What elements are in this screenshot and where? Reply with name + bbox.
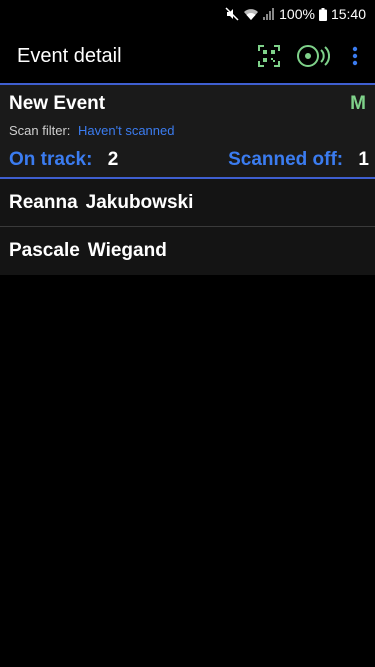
list-item[interactable]: Pascale Wiegand — [0, 227, 375, 275]
person-first-name: Reanna — [9, 191, 78, 213]
person-last-name: Jakubowski — [85, 191, 194, 213]
scan-filter-value[interactable]: Haven't scanned — [78, 123, 174, 138]
status-bar: 100% 15:40 — [0, 0, 375, 28]
scanned-off-stat: Scanned off: 1 — [228, 149, 369, 171]
on-track-label: On track: — [9, 149, 93, 170]
person-first-name: Pascale — [9, 240, 80, 261]
app-bar: Event detail — [0, 28, 375, 84]
clock: 15:40 — [330, 6, 366, 22]
scan-filter[interactable]: Scan filter: Haven't scanned — [9, 123, 174, 138]
scanned-off-label: Scanned off: — [228, 149, 344, 170]
qr-scan-icon — [258, 45, 280, 67]
page-title: Event detail — [17, 44, 122, 67]
event-type-badge: M — [350, 93, 366, 114]
scan-filter-label: Scan filter: — [9, 123, 71, 138]
qr-scan-button[interactable] — [249, 36, 289, 76]
more-vert-icon — [352, 46, 358, 66]
signal-icon — [263, 8, 275, 20]
on-track-count: 2 — [107, 149, 119, 170]
on-track-stat: On track: 2 — [9, 149, 118, 171]
mute-icon — [225, 7, 239, 21]
event-header: New Event M Scan filter: Haven't scanned… — [0, 85, 375, 177]
scanned-off-count: 1 — [358, 149, 369, 170]
event-name: New Event — [9, 93, 106, 114]
nfc-scan-button[interactable] — [293, 36, 333, 76]
people-list: Reanna Jakubowski Pascale Wiegand — [0, 179, 375, 275]
nfc-scan-icon — [296, 44, 330, 68]
battery-percent: 100% — [279, 6, 315, 22]
list-item[interactable]: Reanna Jakubowski — [0, 179, 375, 227]
wifi-icon — [243, 8, 259, 21]
person-last-name: Wiegand — [87, 240, 167, 261]
more-options-button[interactable] — [343, 36, 367, 76]
battery-icon — [318, 7, 327, 21]
